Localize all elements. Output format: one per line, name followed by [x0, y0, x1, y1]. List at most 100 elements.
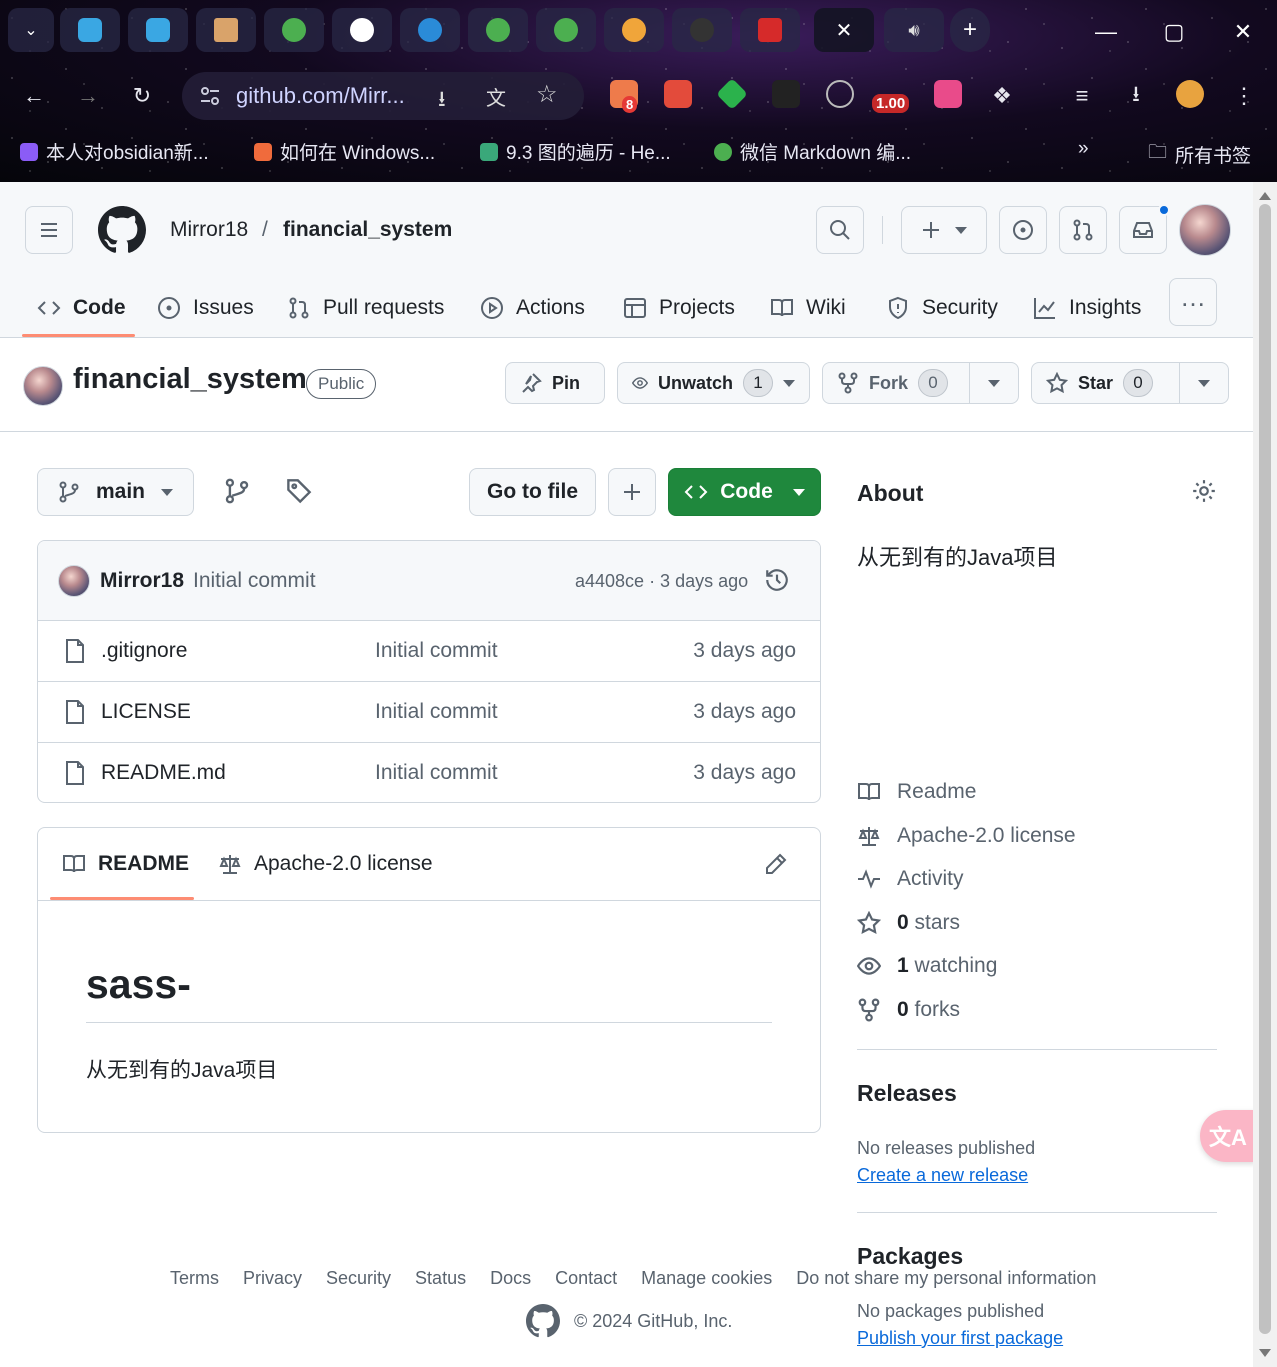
- bookmark-item-windows[interactable]: 如何在 Windows...: [254, 138, 435, 165]
- tab-readme[interactable]: README: [62, 852, 189, 876]
- footer-link-privacy[interactable]: Privacy: [243, 1268, 302, 1289]
- scroll-up-arrow[interactable]: [1259, 192, 1271, 200]
- search-button[interactable]: [816, 206, 864, 254]
- file-commit-message[interactable]: Initial commit: [375, 700, 498, 724]
- tab-edge[interactable]: [400, 8, 460, 52]
- bookmark-item-markdown[interactable]: 微信 Markdown 编...: [714, 138, 911, 165]
- translate-icon[interactable]: 文: [486, 82, 506, 111]
- tab-wiki[interactable]: Wiki: [770, 278, 846, 338]
- tab-green-3[interactable]: [536, 8, 596, 52]
- tab-insights[interactable]: Insights: [1033, 278, 1141, 338]
- tab-issues[interactable]: Issues: [157, 278, 254, 338]
- footer-link-do-not-share[interactable]: Do not share my personal information: [796, 1268, 1096, 1289]
- go-to-file-button[interactable]: Go to file: [469, 468, 596, 516]
- footer-link-contact[interactable]: Contact: [555, 1268, 617, 1289]
- watching-link[interactable]: 1 watching: [857, 954, 997, 978]
- minimize-button[interactable]: —: [1088, 14, 1124, 50]
- file-name[interactable]: LICENSE: [101, 700, 191, 724]
- commit-meta[interactable]: a4408ce · 3 days ago: [575, 571, 748, 592]
- breadcrumb-owner[interactable]: Mirror18: [170, 218, 248, 242]
- scroll-thumb[interactable]: [1259, 204, 1271, 1334]
- forward-button[interactable]: →: [70, 78, 106, 114]
- tab-license[interactable]: Apache-2.0 license: [218, 852, 433, 876]
- branch-selector[interactable]: main: [37, 468, 194, 516]
- footer-link-manage-cookies[interactable]: Manage cookies: [641, 1268, 772, 1289]
- owner-avatar[interactable]: [23, 366, 63, 406]
- repo-title[interactable]: financial_system: [73, 363, 307, 396]
- add-file-button[interactable]: [608, 468, 656, 516]
- releases-heading[interactable]: Releases: [857, 1080, 957, 1107]
- stars-link[interactable]: 0 stars: [857, 911, 960, 935]
- create-new-button[interactable]: [901, 206, 987, 254]
- address-bar[interactable]: github.com/Mirr... ⭳ 文 ☆: [182, 72, 584, 120]
- maximize-button[interactable]: ▢: [1156, 14, 1192, 50]
- unwatch-button[interactable]: Unwatch 1: [617, 362, 810, 404]
- table-row[interactable]: .gitignore Initial commit 3 days ago: [38, 621, 820, 682]
- commit-message[interactable]: Initial commit: [193, 569, 316, 593]
- tab-u[interactable]: [740, 8, 800, 52]
- publish-package-link[interactable]: Publish your first package: [857, 1328, 1063, 1349]
- site-info-icon[interactable]: [198, 84, 222, 108]
- tab-books[interactable]: [196, 8, 256, 52]
- about-settings-button[interactable]: [1191, 478, 1217, 509]
- tab-rocket[interactable]: [604, 8, 664, 52]
- packages-heading[interactable]: Packages: [857, 1243, 963, 1270]
- pencil-icon[interactable]: [764, 852, 788, 876]
- extension-3-icon[interactable]: [716, 78, 748, 110]
- all-bookmarks-button[interactable]: 🗀︎ 所有书签: [1148, 138, 1251, 170]
- install-app-icon[interactable]: ⭳: [438, 82, 446, 120]
- tab-chatgpt[interactable]: [332, 8, 392, 52]
- tab-projects[interactable]: Projects: [623, 278, 735, 338]
- tab-pull-requests[interactable]: Pull requests: [287, 278, 444, 338]
- create-release-link[interactable]: Create a new release: [857, 1165, 1028, 1186]
- menu-button[interactable]: [25, 206, 73, 254]
- extension-translate-icon[interactable]: [934, 80, 962, 108]
- breadcrumb-repo[interactable]: financial_system: [283, 218, 452, 242]
- tags-link[interactable]: [286, 478, 314, 506]
- scroll-down-arrow[interactable]: [1259, 1349, 1271, 1357]
- issues-shortcut-button[interactable]: [999, 206, 1047, 254]
- github-logo-icon[interactable]: [98, 206, 146, 254]
- bookmark-item-graph[interactable]: 9.3 图的遍历 - He...: [480, 138, 671, 165]
- close-icon[interactable]: ✕: [836, 18, 853, 43]
- file-commit-message[interactable]: Initial commit: [375, 639, 498, 663]
- footer-link-docs[interactable]: Docs: [490, 1268, 531, 1289]
- commit-author-avatar[interactable]: [58, 565, 90, 597]
- profile-avatar[interactable]: [1176, 80, 1204, 108]
- footer-link-status[interactable]: Status: [415, 1268, 466, 1289]
- star-button[interactable]: Star 0: [1031, 362, 1181, 404]
- file-name[interactable]: README.md: [101, 761, 226, 785]
- tab-bilibili-1[interactable]: [60, 8, 120, 52]
- file-commit-message[interactable]: Initial commit: [375, 761, 498, 785]
- branches-link[interactable]: [224, 478, 252, 506]
- tab-bilibili-2[interactable]: [128, 8, 188, 52]
- file-name[interactable]: .gitignore: [101, 639, 187, 663]
- back-button[interactable]: ←: [16, 78, 52, 114]
- browser-menu-icon[interactable]: ⋮: [1226, 78, 1262, 114]
- star-dropdown-button[interactable]: [1179, 362, 1229, 404]
- activity-link[interactable]: Activity: [857, 867, 964, 891]
- reload-button[interactable]: ↻: [124, 78, 160, 114]
- speed-badge[interactable]: 1.00: [872, 94, 910, 113]
- fork-button[interactable]: Fork 0: [822, 362, 970, 404]
- page-scrollbar[interactable]: [1253, 182, 1277, 1367]
- pin-button[interactable]: Pin: [505, 362, 605, 404]
- table-row[interactable]: README.md Initial commit 3 days ago: [38, 743, 820, 802]
- fork-dropdown-button[interactable]: [969, 362, 1019, 404]
- github-logo-icon[interactable]: [526, 1304, 560, 1338]
- history-icon[interactable]: [764, 567, 790, 593]
- bookmarks-overflow-button[interactable]: »: [1078, 138, 1089, 160]
- reading-list-icon[interactable]: ≡: [1064, 78, 1100, 114]
- commit-author[interactable]: Mirror18: [100, 569, 184, 593]
- footer-link-terms[interactable]: Terms: [170, 1268, 219, 1289]
- extensions-puzzle-icon[interactable]: ❖: [984, 78, 1020, 114]
- extension-4-icon[interactable]: [772, 80, 800, 108]
- tab-github-inactive[interactable]: [672, 8, 732, 52]
- forks-link[interactable]: 0 forks: [857, 998, 960, 1022]
- tab-active-github[interactable]: ✕: [814, 8, 874, 52]
- tab-security[interactable]: Security: [886, 278, 998, 338]
- more-tabs-button[interactable]: …: [1169, 278, 1217, 326]
- download-icon[interactable]: ⭳: [1118, 78, 1154, 114]
- table-row[interactable]: LICENSE Initial commit 3 days ago: [38, 682, 820, 743]
- tab-audio[interactable]: 🔊︎: [884, 8, 944, 52]
